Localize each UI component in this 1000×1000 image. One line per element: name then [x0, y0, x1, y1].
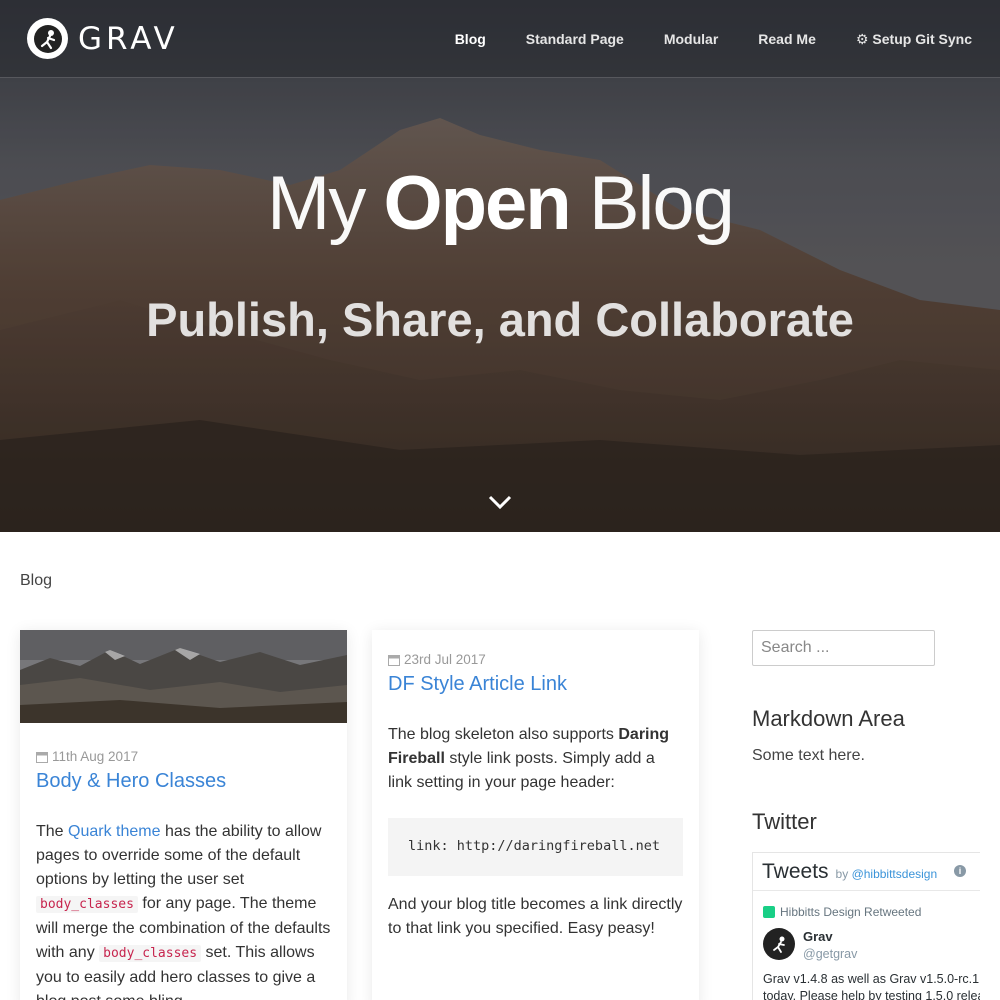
blog-post-card: 11th Aug 2017 Body & Hero Classes The Qu… — [20, 630, 347, 1000]
tweet-author-handle[interactable]: @getgrav — [803, 947, 857, 961]
post-date: 23rd Jul 2017 — [388, 652, 683, 667]
nav-item-label: Read Me — [758, 31, 816, 47]
main-nav: Blog Standard Page Modular Read Me ⚙ Set… — [415, 0, 972, 78]
blog-post-card: 23rd Jul 2017 DF Style Article Link The … — [372, 630, 699, 1000]
nav-item-read-me[interactable]: Read Me — [758, 31, 816, 47]
hero-title-part1: My — [267, 161, 384, 246]
grav-logo-icon — [27, 18, 68, 59]
nav-item-label: Modular — [663, 31, 719, 47]
avatar[interactable] — [763, 928, 795, 960]
brand-name: GRAV — [78, 20, 179, 57]
nav-item-blog[interactable]: Blog — [455, 31, 486, 47]
nav-item-label: Setup Git Sync — [872, 31, 972, 47]
navbar: GRAV Blog Standard Page Modular Read Me … — [0, 0, 1000, 78]
post-image-mountains — [20, 630, 347, 723]
hero-title: My Open Blog — [0, 158, 1000, 247]
calendar-icon — [36, 751, 48, 763]
post-date: 11th Aug 2017 — [36, 749, 331, 764]
tweets-title: Tweets — [762, 859, 829, 883]
tweets-by: by @hibbittsdesign — [836, 867, 938, 881]
twitter-handle-link[interactable]: @hibbittsdesign — [852, 867, 938, 881]
inline-code: body_classes — [36, 896, 138, 913]
gear-icon: ⚙ — [855, 30, 869, 47]
info-icon[interactable]: i — [954, 865, 966, 877]
post-hero-image[interactable] — [20, 630, 347, 723]
nav-item-standard-page[interactable]: Standard Page — [526, 31, 624, 47]
retweet-text: Hibbitts Design Retweeted — [780, 905, 922, 919]
twitter-heading: Twitter — [752, 809, 817, 834]
tweets-by-label: by — [835, 866, 849, 881]
hero-title-part2: Open — [383, 161, 571, 246]
twitter-widget-header: Tweets by @hibbittsdesign i — [753, 853, 980, 891]
calendar-icon — [388, 654, 400, 666]
post-title[interactable]: Body & Hero Classes — [36, 770, 331, 793]
nav-item-modular[interactable]: Modular — [664, 31, 718, 47]
nav-item-label: Blog — [454, 31, 486, 47]
post-text: The — [36, 823, 69, 840]
tweet-author-name[interactable]: Grav — [803, 929, 833, 944]
tweet-text-line: today. Please help by testing 1.5.0 rele… — [763, 989, 980, 1000]
markdown-area-heading: Markdown Area — [752, 706, 905, 731]
post-excerpt: And your blog title becomes a link direc… — [388, 896, 683, 937]
search-input[interactable] — [752, 630, 935, 666]
post-date-text: 23rd Jul 2017 — [404, 652, 486, 667]
code-block: link: http://daringfireball.net — [388, 818, 683, 876]
chevron-down-icon[interactable] — [487, 493, 513, 511]
hero-subtitle: Publish, Share, and Collaborate — [146, 293, 854, 346]
tweet-text: Grav v1.4.8 as well as Grav v1.5.0-rc.1 … — [763, 971, 980, 1000]
site-logo[interactable]: GRAV — [27, 18, 179, 59]
nav-item-label: Standard Page — [525, 31, 624, 47]
post-excerpt: The blog skeleton also supports Daring F… — [388, 723, 683, 795]
grav-avatar-icon — [773, 936, 785, 953]
nav-item-setup-git-sync[interactable]: ⚙ Setup Git Sync — [856, 31, 972, 48]
hero-section: My Open Blog Publish, Share, and Collabo… — [0, 0, 1000, 532]
post-excerpt: The Quark theme has the ability to allow… — [36, 820, 331, 1000]
hero-overlay — [0, 0, 1000, 532]
quark-theme-link[interactable]: Quark theme — [68, 823, 160, 840]
tweet-text-line: Grav v1.4.8 as well as Grav v1.5.0-rc.1 … — [763, 972, 980, 986]
post-title[interactable]: DF Style Article Link — [388, 673, 683, 696]
inline-code: body_classes — [99, 945, 202, 962]
markdown-area-text: Some text here. — [752, 747, 865, 764]
breadcrumb[interactable]: Blog — [20, 572, 52, 590]
retweet-label: Hibbitts Design Retweeted — [763, 905, 921, 919]
retweet-icon — [763, 906, 775, 918]
twitter-timeline-widget: Tweets by @hibbittsdesign i Hibbitts Des… — [752, 852, 980, 1000]
post-date-text: 11th Aug 2017 — [52, 749, 139, 764]
post-text: The blog skeleton also supports — [388, 726, 619, 743]
hero-title-part3: Blog — [569, 161, 735, 246]
